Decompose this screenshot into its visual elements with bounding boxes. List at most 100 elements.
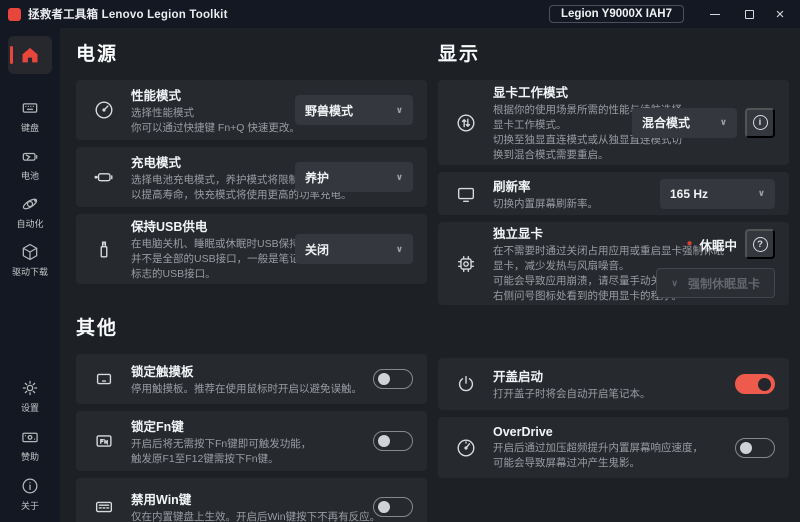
- card-desc: 在电脑关机、睡眠或休眠时USB保持供电。: [131, 237, 295, 252]
- chevron-down-icon: ∨: [758, 188, 765, 199]
- card-text: 充电模式 选择电池充电模式，养护模式将限制电池充电电量 以提高寿命，快充模式将使…: [131, 152, 295, 203]
- maximize-button[interactable]: [732, 0, 766, 28]
- banknote-icon: [20, 427, 40, 447]
- select-value: 165 Hz: [670, 187, 708, 201]
- card-overdrive: OverDrive 开启后通过加压超频提升内置屏幕响应速度， 可能会导致屏幕过冲…: [438, 417, 789, 478]
- card-always-on-usb: 保持USB供电 在电脑关机、睡眠或休眠时USB保持供电。 并不是全部的USB接口…: [76, 214, 427, 284]
- card-refresh-rate: 刷新率 切换内置屏幕刷新率。 165 Hz ∨: [438, 172, 789, 215]
- home-icon: [19, 44, 41, 66]
- sidebar-item-drivers[interactable]: 驱动下载: [12, 242, 48, 278]
- dgpu-help-button[interactable]: ?: [745, 229, 775, 259]
- touchpad-icon: [92, 368, 116, 390]
- card-desc: 开启后通过加压超频提升内置屏幕响应速度，: [493, 441, 735, 456]
- sidebar-item-keyboard[interactable]: 键盘: [20, 98, 40, 134]
- card-text: 显卡工作模式 根据你的使用场景所需的性能与续航选择 显卡工作模式。 切换至独显直…: [493, 82, 632, 163]
- chevron-down-icon: ∨: [720, 117, 727, 128]
- card-desc: 右侧问号图标处看到的使用显卡的程序。: [493, 289, 656, 304]
- sidebar-item-label: 驱动下载: [12, 265, 48, 278]
- overdrive-toggle[interactable]: [735, 438, 775, 458]
- chevron-down-icon: ∨: [396, 105, 403, 116]
- card-desc: 选择性能模式: [131, 106, 295, 121]
- gpu-mode-info-button[interactable]: i: [745, 108, 775, 138]
- card-desc: 在不需要时通过关闭占用应用或重启显卡强制休眠: [493, 244, 656, 259]
- force-sleep-gpu-button[interactable]: ∨ 强制休眠显卡: [656, 268, 775, 298]
- select-value: 关闭: [305, 241, 329, 258]
- toggle-knob: [740, 442, 752, 454]
- force-sleep-gpu-label: 强制休眠显卡: [688, 275, 760, 292]
- chevron-down-icon: ∨: [396, 244, 403, 255]
- usb-power-select[interactable]: 关闭 ∨: [295, 234, 413, 264]
- usb-icon: [92, 238, 116, 260]
- gpu-mode-select[interactable]: 混合模式 ∨: [632, 108, 737, 138]
- card-text: 锁定触摸板 停用触摸板。推荐在使用鼠标时开启以避免误触。: [131, 361, 373, 397]
- app-logo-icon: [8, 8, 21, 21]
- card-text: 性能模式 选择性能模式 你可以通过快捷键 Fn+Q 快速更改。: [131, 85, 295, 136]
- card-desc: 可能会导致屏幕过冲产生鬼影。: [493, 456, 735, 471]
- sidebar-item-label: 电池: [21, 169, 39, 182]
- info-circle-icon: [20, 476, 40, 496]
- sidebar-item-automation[interactable]: 自动化: [16, 194, 43, 230]
- sidebar-item-about[interactable]: 关于: [20, 476, 40, 512]
- card-title: 性能模式: [131, 85, 295, 104]
- card-desc: 标志的USB接口。: [131, 267, 295, 282]
- power-icon: [454, 373, 478, 395]
- card-desc: 并不是全部的USB接口，一般是笔记本旁标有电池: [131, 252, 295, 267]
- sidebar-item-label: 关于: [21, 499, 39, 512]
- card-desc: 可能会导致应用崩溃，请尽量手动关闭将鼠标放到: [493, 274, 656, 289]
- package-icon: [20, 242, 40, 262]
- section-header-display: 显示: [438, 44, 789, 66]
- automation-rocket-icon: [20, 194, 40, 214]
- sidebar: 键盘 电池 自动化 驱动下载 设置 赞助: [0, 28, 60, 522]
- card-title: 充电模式: [131, 152, 295, 171]
- app-body: 键盘 电池 自动化 驱动下载 设置 赞助: [0, 28, 800, 522]
- card-text: 禁用Win键 仅在内置键盘上生效。开启后Win键按下不再有反应。: [131, 489, 373, 522]
- card-performance-mode: 性能模式 选择性能模式 你可以通过快捷键 Fn+Q 快速更改。 野兽模式 ∨: [76, 80, 427, 140]
- charge-mode-select[interactable]: 养护 ∨: [295, 162, 413, 192]
- sidebar-item-label: 自动化: [16, 217, 43, 230]
- gauge-icon: [92, 99, 116, 121]
- card-charge-mode: 充电模式 选择电池充电模式，养护模式将限制电池充电电量 以提高寿命，快充模式将使…: [76, 147, 427, 207]
- status-dot-icon: ●: [686, 239, 692, 249]
- device-selector[interactable]: Legion Y9000X IAH7: [549, 5, 684, 23]
- toggle-knob: [758, 378, 771, 391]
- chip-icon: [454, 253, 478, 275]
- minimize-icon: [710, 14, 720, 15]
- card-lock-fn-key: 锁定Fn键 开启后将无需按下Fn键即可触发功能， 触发原F1至F12键需按下Fn…: [76, 411, 427, 471]
- card-desc: 换到混合模式需要重启。: [493, 148, 632, 163]
- card-desc: 以提高寿命，快充模式将使用更高的功率充电。: [131, 188, 295, 203]
- card-desc: 停用触摸板。推荐在使用鼠标时开启以避免误触。: [131, 382, 373, 397]
- lock-fn-key-toggle[interactable]: [373, 431, 413, 451]
- card-desc: 选择电池充电模式，养护模式将限制电池充电电量: [131, 173, 295, 188]
- toggle-knob: [378, 373, 390, 385]
- lock-touchpad-toggle[interactable]: [373, 369, 413, 389]
- dgpu-status-row: ● 休眠中 ?: [686, 229, 775, 259]
- win-keyboard-icon: [92, 496, 116, 518]
- close-button[interactable]: ×: [766, 0, 800, 28]
- sidebar-item-home[interactable]: [8, 36, 52, 74]
- disable-win-key-toggle[interactable]: [373, 497, 413, 517]
- card-lock-touchpad: 锁定触摸板 停用触摸板。推荐在使用鼠标时开启以避免误触。: [76, 354, 427, 404]
- card-text: 独立显卡 在不需要时通过关闭占用应用或重启显卡强制休眠 显卡，减少发热与风扇噪音…: [493, 223, 656, 304]
- help-icon: ?: [753, 237, 768, 252]
- sidebar-item-battery[interactable]: 电池: [20, 146, 40, 182]
- card-desc: 开启后将无需按下Fn键即可触发功能，: [131, 437, 373, 452]
- sidebar-item-settings[interactable]: 设置: [20, 378, 40, 414]
- performance-mode-select[interactable]: 野兽模式 ∨: [295, 95, 413, 125]
- dgpu-status-text: 休眠中: [699, 235, 737, 254]
- minimize-button[interactable]: [698, 0, 732, 28]
- toggle-knob: [378, 435, 390, 447]
- card-title: 锁定触摸板: [131, 361, 373, 380]
- sidebar-item-donate[interactable]: 赞助: [20, 427, 40, 463]
- gear-icon: [20, 378, 40, 398]
- card-title: 禁用Win键: [131, 489, 373, 508]
- section-header-other: 其他: [76, 318, 427, 340]
- select-value: 养护: [305, 169, 329, 186]
- card-desc: 切换至独显直连模式或从独显直连模式切: [493, 133, 632, 148]
- card-title: 锁定Fn键: [131, 416, 373, 435]
- card-text: 刷新率 切换内置屏幕刷新率。: [493, 176, 660, 212]
- main-content: 电源 性能模式 选择性能模式 你可以通过快捷键 Fn+Q 快速更改。 野兽模式 …: [60, 28, 800, 522]
- card-text: 保持USB供电 在电脑关机、睡眠或休眠时USB保持供电。 并不是全部的USB接口…: [131, 216, 295, 282]
- lid-open-start-toggle[interactable]: [735, 374, 775, 394]
- right-column: 显示 显卡工作模式 根据你的使用场景所需的性能与续航选择 显卡工作模式。 切换至…: [438, 40, 789, 522]
- refresh-rate-select[interactable]: 165 Hz ∨: [660, 179, 775, 209]
